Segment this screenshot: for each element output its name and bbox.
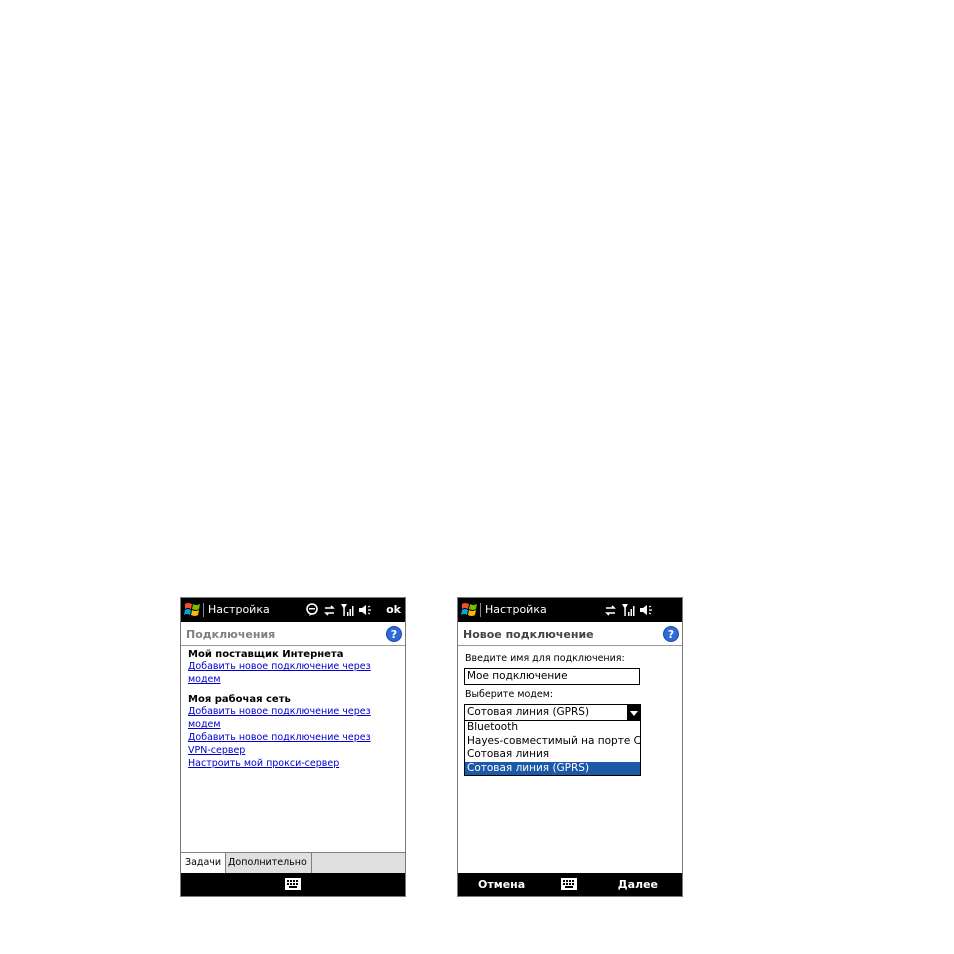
data-connection-icon[interactable] <box>323 604 336 617</box>
message-notification-icon[interactable] <box>305 603 319 617</box>
keyboard-icon[interactable] <box>561 878 577 890</box>
add-isp-modem-link[interactable]: Добавить новое подключение через модем <box>188 660 403 686</box>
connections-content: Мой поставщик Интернета Добавить новое п… <box>188 649 403 770</box>
modem-selected-value: Сотовая линия (GPRS) <box>467 706 590 718</box>
status-icons <box>604 602 653 618</box>
signal-strength-icon[interactable] <box>621 603 635 617</box>
section-isp-heading: Мой поставщик Интернета <box>188 649 344 660</box>
add-vpn-link[interactable]: Добавить новое подключение через VPN-сер… <box>188 731 393 757</box>
modem-dropdown-list: Bluetooth Hayes-совместимый на порте COM… <box>464 721 641 776</box>
title-bar: Настройка ok <box>181 598 405 622</box>
data-connection-icon[interactable] <box>604 604 617 617</box>
modem-option-bluetooth[interactable]: Bluetooth <box>465 721 640 735</box>
tab-tasks[interactable]: Задачи <box>181 853 227 873</box>
page-header: Новое подключение ? <box>458 623 682 646</box>
soft-key-bar <box>181 873 405 896</box>
window-title: Настройка <box>485 603 547 616</box>
windows-start-icon[interactable] <box>461 601 479 619</box>
connections-screen: Настройка ok Подключения ? Мой поставщик… <box>180 597 406 897</box>
dropdown-arrow-icon[interactable] <box>627 705 640 720</box>
page-header: Подключения ? <box>181 623 405 646</box>
add-work-modem-link[interactable]: Добавить новое подключение через модем <box>188 705 403 731</box>
cancel-button[interactable]: Отмена <box>478 878 525 891</box>
volume-icon[interactable] <box>639 603 653 617</box>
modem-select[interactable]: Сотовая линия (GPRS) <box>464 704 641 721</box>
title-separator <box>203 603 204 617</box>
page-title: Новое подключение <box>463 628 594 641</box>
soft-key-bar: Отмена Далее <box>458 873 682 896</box>
help-icon[interactable]: ? <box>386 626 402 642</box>
connection-name-label: Введите имя для подключения: <box>465 653 625 664</box>
windows-start-icon[interactable] <box>184 601 202 619</box>
window-title: Настройка <box>208 603 270 616</box>
new-connection-screen: Настройка Новое подключение ? Введите им… <box>457 597 683 897</box>
ok-button[interactable]: ok <box>386 603 401 616</box>
tab-advanced[interactable]: Дополнительно <box>224 853 312 873</box>
page-title: Подключения <box>186 628 276 641</box>
modem-option-gprs[interactable]: Сотовая линия (GPRS) <box>465 761 640 775</box>
signal-strength-icon[interactable] <box>340 603 354 617</box>
next-button[interactable]: Далее <box>618 878 658 891</box>
connection-name-field[interactable]: Мое подключение <box>464 668 640 685</box>
volume-icon[interactable] <box>358 603 372 617</box>
modem-option-hayes[interactable]: Hayes-совместимый на порте COM1 <box>465 735 640 749</box>
status-icons <box>305 602 372 618</box>
tab-bar: Задачи Дополнительно <box>181 852 405 874</box>
modem-label: Выберите модем: <box>465 689 554 700</box>
keyboard-icon[interactable] <box>285 878 301 890</box>
help-icon[interactable]: ? <box>663 626 679 642</box>
setup-proxy-link[interactable]: Настроить мой прокси-сервер <box>188 757 403 770</box>
title-separator <box>480 603 481 617</box>
title-bar: Настройка <box>458 598 682 622</box>
modem-option-cellular[interactable]: Сотовая линия <box>465 748 640 762</box>
section-work-heading: Моя рабочая сеть <box>188 694 291 705</box>
